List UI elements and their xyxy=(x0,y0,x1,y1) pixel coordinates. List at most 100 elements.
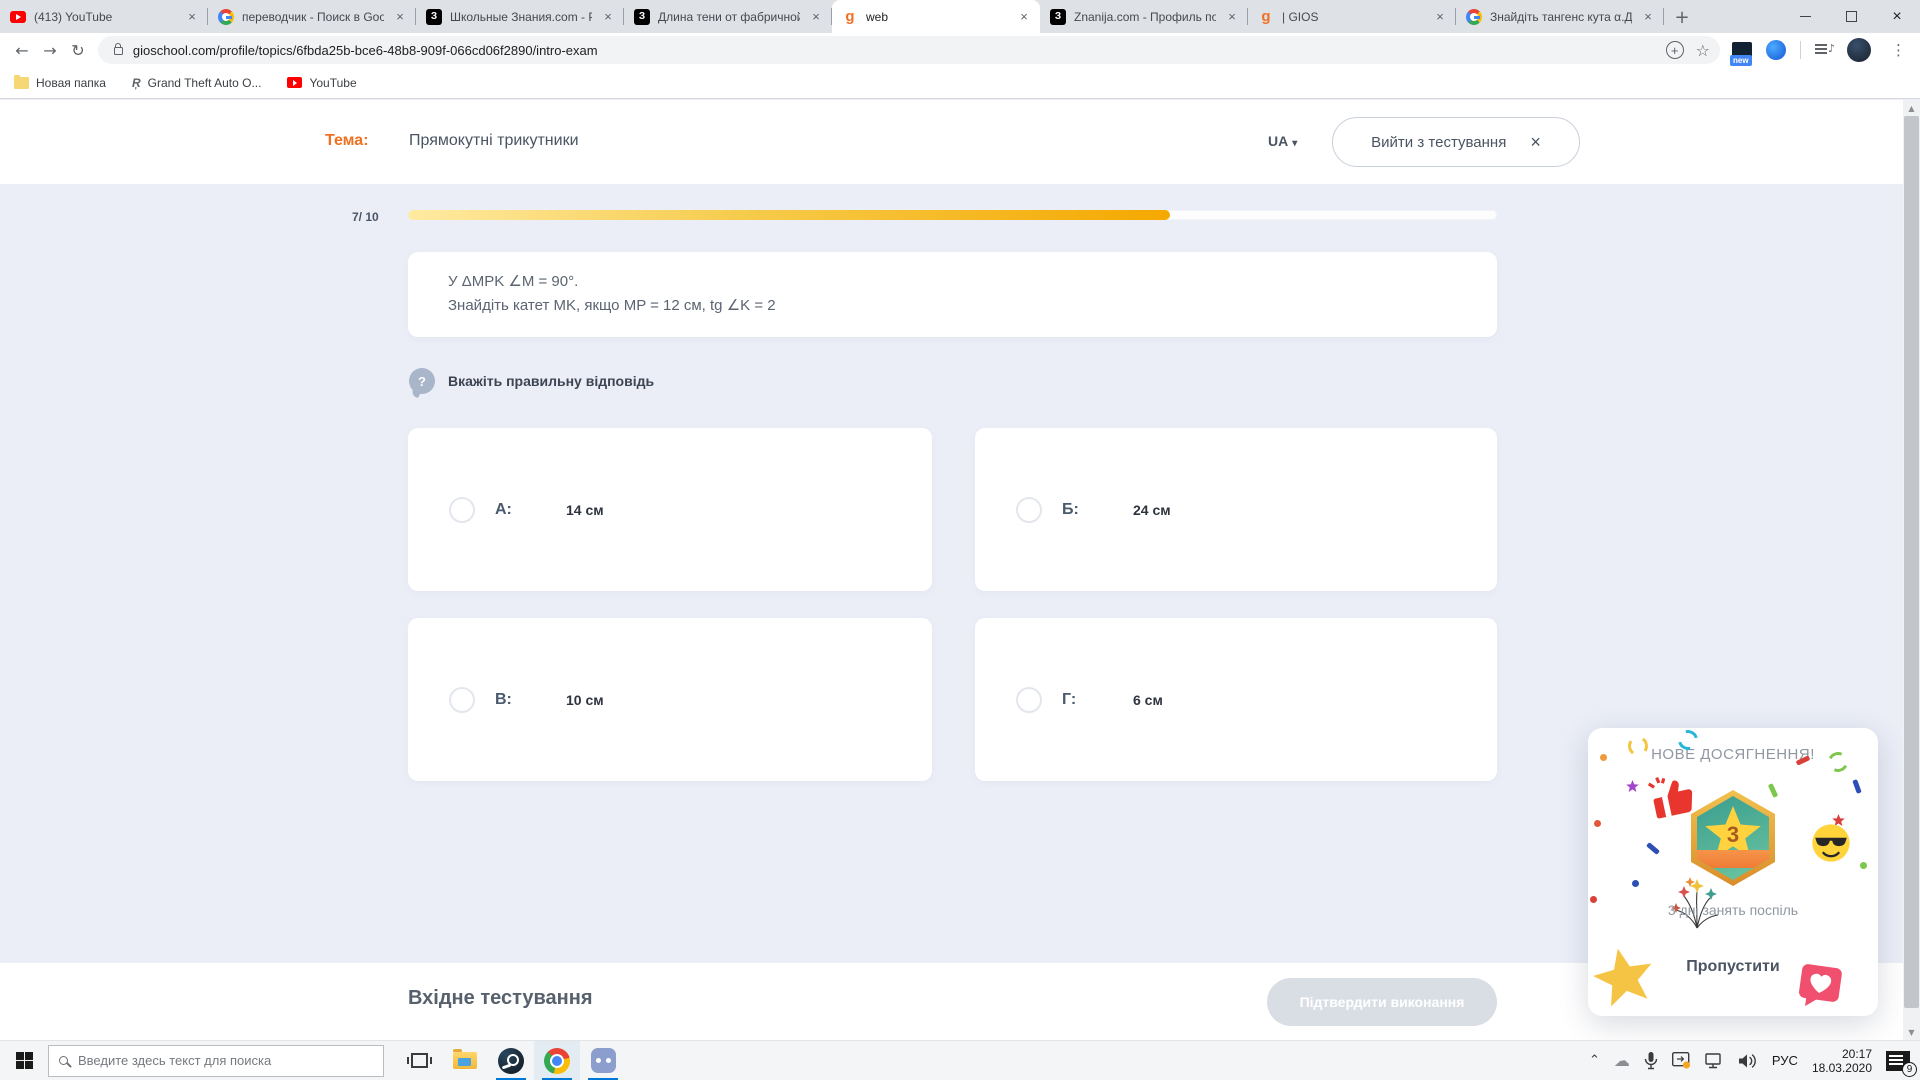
start-button[interactable] xyxy=(0,1041,48,1080)
toolbar-separator xyxy=(1800,41,1801,59)
tab-close-icon[interactable] xyxy=(1016,9,1032,25)
steam-button[interactable] xyxy=(488,1041,534,1080)
folder-icon xyxy=(453,1052,477,1069)
extension-blue-icon[interactable] xyxy=(1766,40,1786,60)
znanija-favicon-icon xyxy=(634,9,650,25)
exit-test-button[interactable]: Вийти з тестування xyxy=(1332,117,1580,167)
sunglasses-emoji-icon xyxy=(1810,822,1852,864)
badge-ribbon xyxy=(1691,850,1775,868)
page-scrollbar[interactable]: ▲ ▼ xyxy=(1903,100,1920,1040)
option-a-card[interactable]: А: 14 см xyxy=(408,428,932,591)
option-v-card[interactable]: В: 10 см xyxy=(408,618,932,781)
scrollbar-thumb[interactable] xyxy=(1904,116,1919,1008)
tab-znanija-1[interactable]: Школьные Знания.com - P xyxy=(416,0,624,33)
tab-title: web xyxy=(866,10,1008,24)
extension-new-badge: new xyxy=(1730,55,1752,66)
page-content: Тема: Прямокутні трикутники UA Вийти з т… xyxy=(0,100,1920,1040)
playlist-extension-icon[interactable] xyxy=(1815,43,1833,57)
remote-sync-icon[interactable] xyxy=(1672,1052,1691,1069)
screen: (413) YouTube переводчик - Поиск в Goo Ш… xyxy=(0,0,1920,1080)
task-view-icon xyxy=(411,1053,428,1068)
discord-button[interactable] xyxy=(580,1041,626,1080)
url-text[interactable]: gioschool.com/profile/topics/6fbda25b-bc… xyxy=(133,43,1666,58)
taskbar-search[interactable] xyxy=(48,1045,384,1077)
tab-title: (413) YouTube xyxy=(34,10,176,24)
bookmark-folder[interactable]: Новая папка xyxy=(14,76,106,90)
tab-google-search[interactable]: Знайдіть тангенс кута α.До xyxy=(1456,0,1664,33)
windows-logo-icon xyxy=(16,1052,33,1069)
tab-close-icon[interactable] xyxy=(392,9,408,25)
browser-menu-icon[interactable] xyxy=(1885,41,1912,59)
youtube-favicon-icon xyxy=(10,11,26,23)
new-tab-button[interactable] xyxy=(1668,3,1696,31)
tab-close-icon[interactable] xyxy=(1640,9,1656,25)
badge-number: 3 xyxy=(1727,822,1739,848)
file-explorer-button[interactable] xyxy=(442,1041,488,1080)
address-bar[interactable]: gioschool.com/profile/topics/6fbda25b-bc… xyxy=(98,36,1720,64)
radio-button[interactable] xyxy=(449,687,475,713)
bookmark-star-icon[interactable] xyxy=(1696,41,1710,60)
folder-icon xyxy=(14,77,29,89)
bookmark-youtube[interactable]: YouTube xyxy=(287,76,356,90)
bookmarks-bar: Новая папка Grand Theft Auto O... YouTub… xyxy=(0,67,1920,99)
tab-web-active[interactable]: web xyxy=(832,0,1040,33)
scroll-up-icon[interactable]: ▲ xyxy=(1903,100,1920,116)
confetti xyxy=(1632,880,1639,887)
tab-close-icon[interactable] xyxy=(1432,9,1448,25)
notification-center-icon[interactable]: 9 xyxy=(1886,1051,1910,1071)
submit-button[interactable]: Підтвердити виконання xyxy=(1267,978,1497,1026)
network-icon[interactable] xyxy=(1705,1053,1724,1069)
task-view-button[interactable] xyxy=(396,1041,442,1080)
option-key: Г: xyxy=(1062,691,1092,709)
chrome-button[interactable] xyxy=(534,1041,580,1080)
chrome-icon xyxy=(544,1048,570,1074)
tab-gios[interactable]: | GIOS xyxy=(1248,0,1456,33)
bookmark-gta[interactable]: Grand Theft Auto O... xyxy=(132,76,262,90)
extension-icon[interactable]: new xyxy=(1732,42,1752,58)
radio-button[interactable] xyxy=(1016,497,1042,523)
close-button[interactable] xyxy=(1874,0,1920,33)
confetti xyxy=(1860,862,1867,869)
tab-znanija-2[interactable]: Длина тени от фабричной xyxy=(624,0,832,33)
confetti xyxy=(1594,820,1601,827)
profile-avatar[interactable] xyxy=(1847,38,1871,62)
close-icon[interactable] xyxy=(1530,132,1541,153)
tab-title: Знайдіть тангенс кута α.До xyxy=(1490,10,1632,24)
bookmark-label: Grand Theft Auto O... xyxy=(148,76,262,90)
language-indicator[interactable]: РУС xyxy=(1772,1053,1798,1068)
onedrive-cloud-icon[interactable]: ☁ xyxy=(1614,1051,1630,1070)
progress-fill xyxy=(408,210,1170,220)
zoom-page-icon[interactable] xyxy=(1666,41,1684,59)
search-input[interactable] xyxy=(78,1053,373,1068)
scroll-down-icon[interactable]: ▼ xyxy=(1903,1024,1920,1040)
option-g-card[interactable]: Г: 6 см xyxy=(975,618,1497,781)
microphone-icon[interactable] xyxy=(1644,1052,1658,1070)
bookmark-label: YouTube xyxy=(309,76,356,90)
question-line-2: Знайдіть катет MK, якщо MP = 12 см, tg ∠… xyxy=(448,294,1457,318)
volume-icon[interactable] xyxy=(1738,1053,1758,1069)
option-b-card[interactable]: Б: 24 см xyxy=(975,428,1497,591)
system-tray: ⌃ ☁ РУС 20:17 18.03.2020 9 xyxy=(1589,1041,1920,1080)
tab-close-icon[interactable] xyxy=(808,9,824,25)
forward-icon[interactable]: → xyxy=(36,36,64,64)
notification-badge: 9 xyxy=(1902,1062,1917,1077)
radio-button[interactable] xyxy=(1016,687,1042,713)
back-icon[interactable]: ← xyxy=(8,36,36,64)
maximize-button[interactable] xyxy=(1828,0,1874,33)
confetti xyxy=(1646,842,1660,855)
tray-chevron-icon[interactable]: ⌃ xyxy=(1589,1053,1600,1068)
progress-bar xyxy=(408,210,1497,220)
radio-button[interactable] xyxy=(449,497,475,523)
refresh-icon[interactable]: ↻ xyxy=(64,36,92,64)
tab-youtube[interactable]: (413) YouTube xyxy=(0,0,208,33)
tab-znanija-profile[interactable]: Znanija.com - Профиль по xyxy=(1040,0,1248,33)
tab-translator[interactable]: переводчик - Поиск в Goo xyxy=(208,0,416,33)
clock[interactable]: 20:17 18.03.2020 xyxy=(1812,1047,1872,1075)
tab-close-icon[interactable] xyxy=(600,9,616,25)
language-dropdown[interactable]: UA xyxy=(1268,133,1297,149)
tab-title: Школьные Знания.com - P xyxy=(450,10,592,24)
tab-close-icon[interactable] xyxy=(1224,9,1240,25)
tab-close-icon[interactable] xyxy=(184,9,200,25)
question-card: У ΔMPK ∠M = 90°. Знайдіть катет MK, якщо… xyxy=(408,252,1497,337)
minimize-button[interactable] xyxy=(1782,0,1828,33)
